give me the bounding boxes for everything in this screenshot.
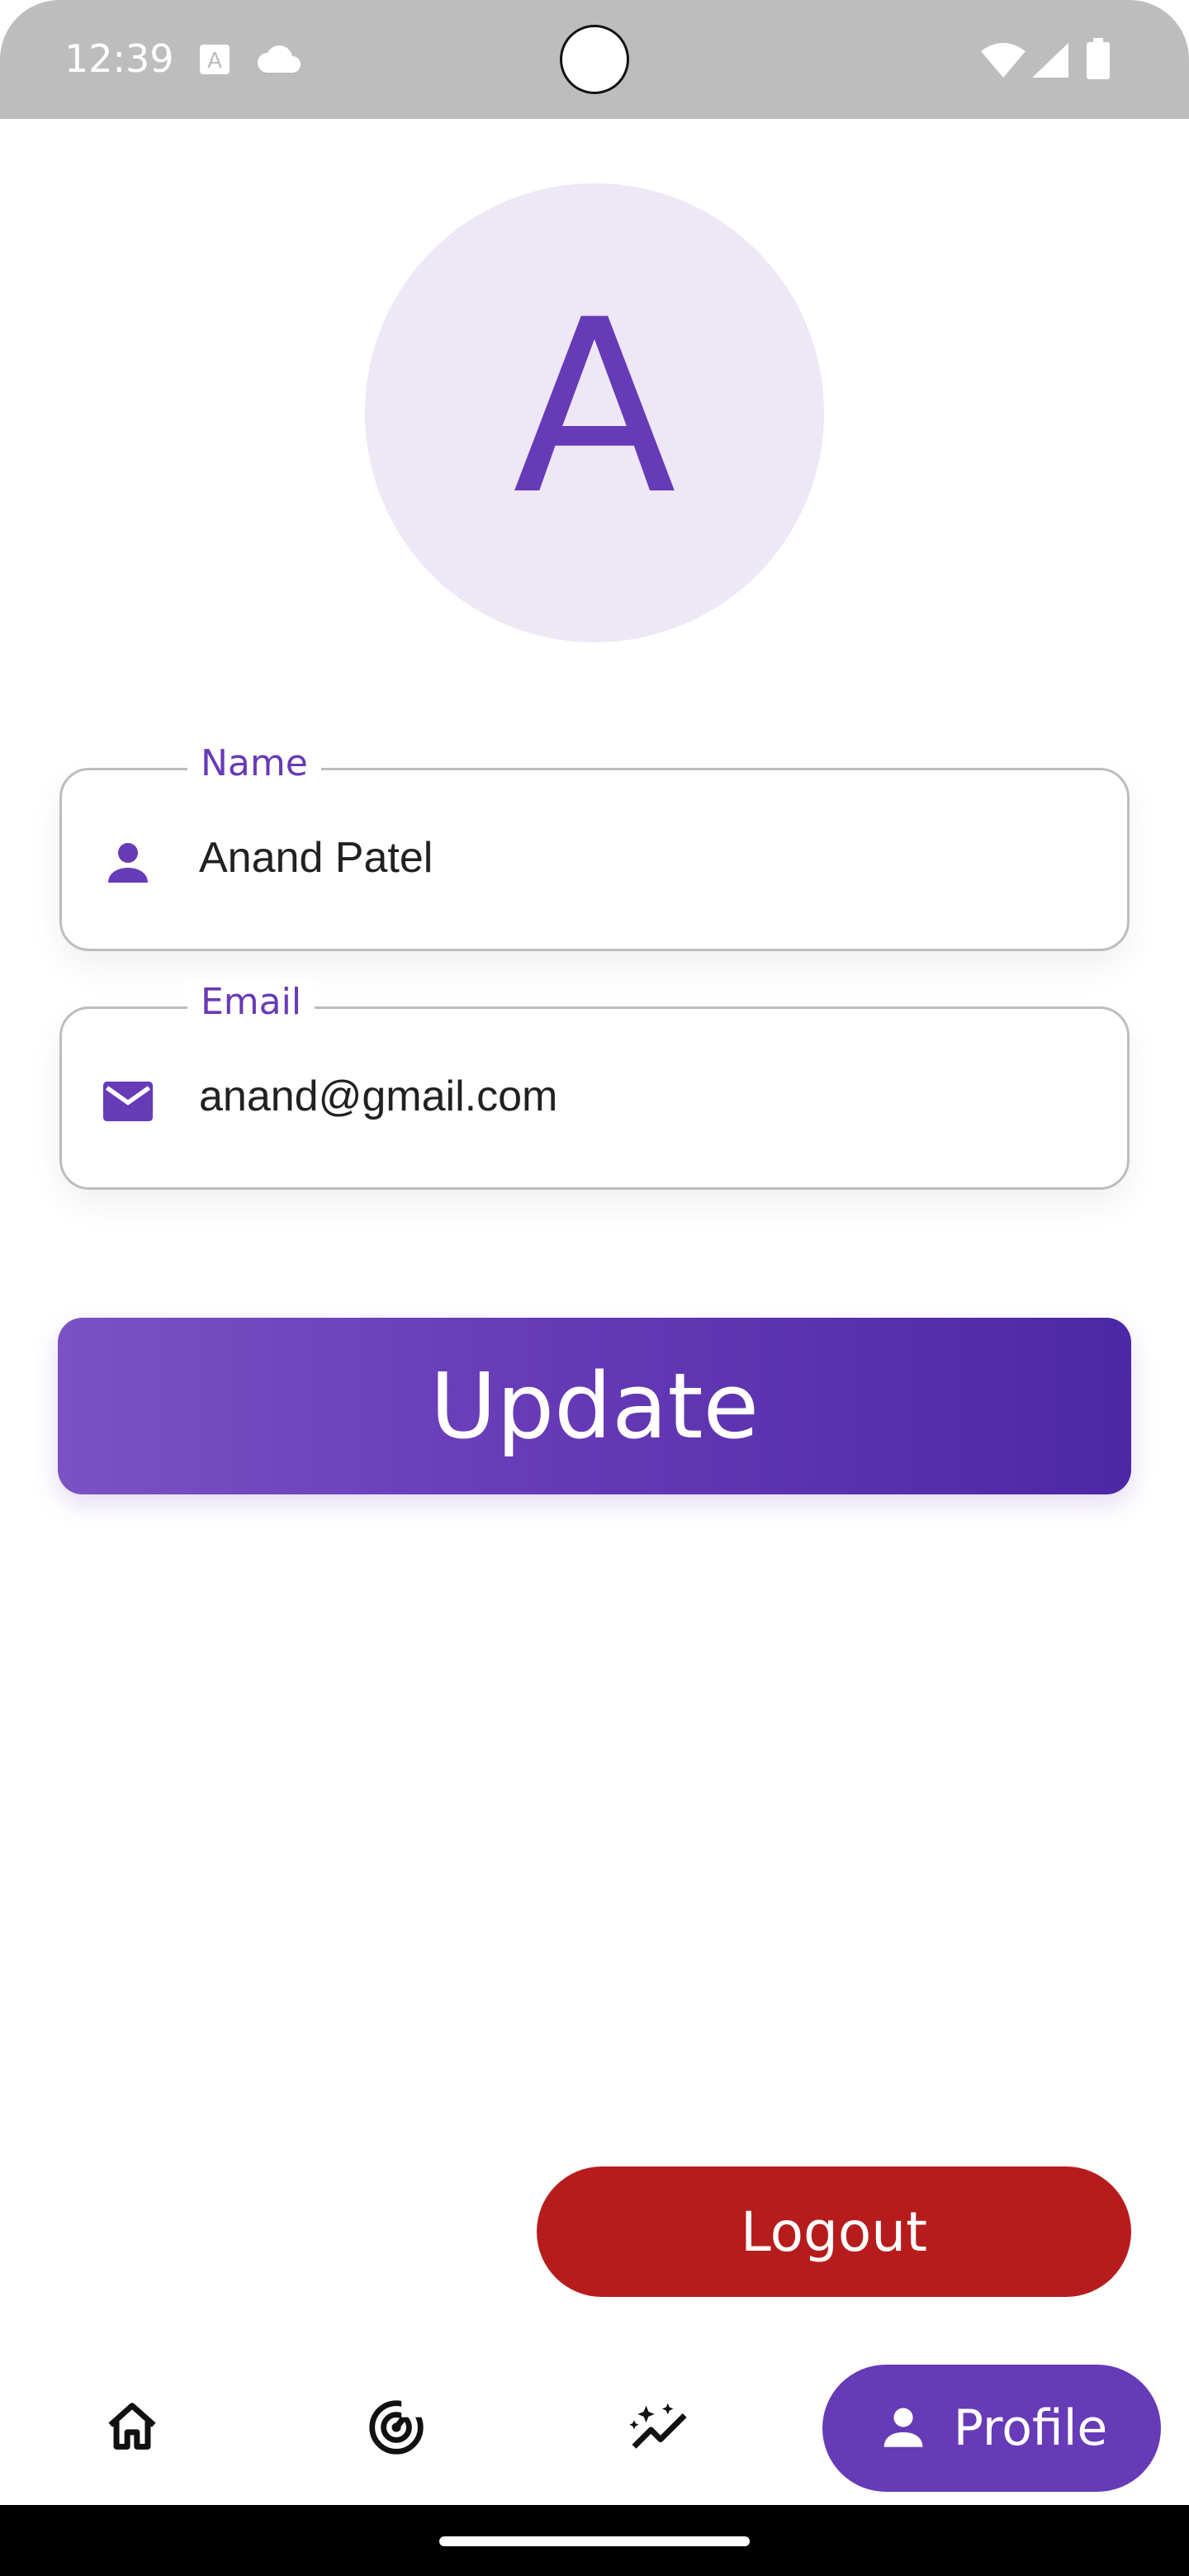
camera-cutout <box>560 25 629 94</box>
logout-button[interactable]: Logout <box>537 2166 1131 2297</box>
nav-item-radar[interactable] <box>347 2353 446 2505</box>
home-indicator[interactable] <box>439 2536 750 2546</box>
avatar[interactable]: A <box>365 183 824 642</box>
system-nav-bar <box>0 2505 1189 2576</box>
wifi-icon <box>979 41 1027 83</box>
bottom-nav: Profile <box>0 2353 1189 2505</box>
nav-profile-label: Profile <box>953 2399 1108 2457</box>
nav-item-profile[interactable]: Profile <box>822 2365 1161 2492</box>
cloud-icon <box>256 45 301 78</box>
person-icon <box>876 2399 931 2457</box>
name-field-label: Name <box>187 742 321 784</box>
mail-icon <box>98 1072 158 1131</box>
status-bar: 12:39 A <box>0 0 1189 119</box>
email-field-label: Email <box>187 981 315 1023</box>
signal-icon <box>1030 41 1070 83</box>
home-icon <box>103 2398 161 2460</box>
battery-icon <box>1087 38 1110 83</box>
nav-item-insights[interactable] <box>611 2353 710 2505</box>
svg-text:A: A <box>207 49 222 73</box>
name-field[interactable]: Name Anand Patel <box>59 742 1130 951</box>
font-a-icon: A <box>198 43 231 79</box>
radar-icon <box>366 2397 427 2461</box>
avatar-initial: A <box>512 269 677 547</box>
nav-item-home[interactable] <box>83 2353 182 2505</box>
update-button[interactable]: Update <box>58 1318 1131 1494</box>
email-field-value[interactable]: anand@gmail.com <box>199 1072 557 1121</box>
email-field[interactable]: Email anand@gmail.com <box>59 981 1130 1190</box>
person-icon <box>98 833 158 893</box>
name-field-value[interactable]: Anand Patel <box>199 833 433 883</box>
status-time: 12:39 <box>64 36 174 81</box>
insights-icon <box>628 2398 693 2460</box>
